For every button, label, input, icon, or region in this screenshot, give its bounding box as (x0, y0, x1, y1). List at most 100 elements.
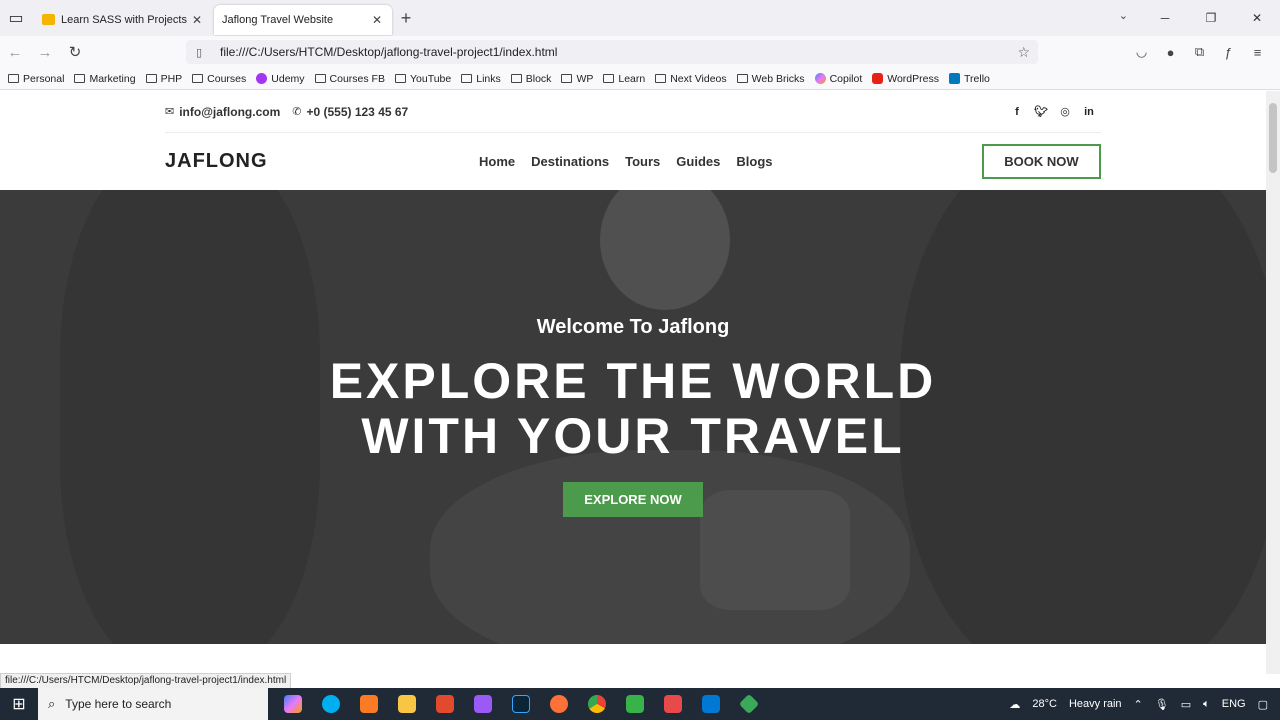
slides-icon (42, 14, 55, 25)
chevron-up-icon[interactable]: ⌃ (1134, 698, 1143, 711)
bookmark-personal[interactable]: Personal (8, 73, 64, 85)
folder-icon (510, 74, 522, 83)
codeigniter-icon[interactable] (426, 688, 464, 720)
bookmark-star-icon[interactable]: ☆ (1017, 44, 1030, 61)
temperature[interactable]: 28°C (1032, 698, 1057, 710)
photoshop-icon[interactable] (502, 688, 540, 720)
chrome-icon[interactable] (578, 688, 616, 720)
url-text[interactable]: file:///C:/Users/HTCM/Desktop/jaflong-tr… (220, 45, 557, 59)
bookmark-links[interactable]: Links (461, 73, 501, 85)
menu-home[interactable]: Home (479, 154, 515, 169)
menu-icon[interactable]: ≡ (1243, 45, 1272, 60)
menu-destinations[interactable]: Destinations (531, 154, 609, 169)
pocket-icon[interactable]: ◡ (1127, 44, 1156, 60)
camtasia-icon[interactable] (616, 688, 654, 720)
bookmark-next-videos[interactable]: Next Videos (655, 73, 727, 85)
email-contact[interactable]: ✉ info@jaflong.com (165, 105, 280, 119)
tab-learn-sass[interactable]: Learn SASS with Projects - Goo ✕ (34, 5, 212, 35)
minimize-button[interactable]: ─ (1142, 0, 1188, 36)
book-now-button[interactable]: BOOK NOW (982, 144, 1101, 179)
folder-icon (561, 74, 573, 83)
red-app-icon[interactable] (654, 688, 692, 720)
bookmark-courses-fb[interactable]: Courses FB (314, 73, 385, 85)
menu-guides[interactable]: Guides (676, 154, 720, 169)
bookmark-learn[interactable]: Learn (603, 73, 645, 85)
copilot-icon (814, 73, 826, 84)
close-tab-icon[interactable]: ✕ (190, 13, 204, 27)
bookmark-php[interactable]: PHP (145, 73, 182, 85)
tab-list-icon[interactable]: ▭ (0, 0, 32, 36)
close-tab-icon[interactable]: ✕ (370, 13, 384, 27)
volume-icon[interactable]: 🔈︎ (1203, 698, 1210, 711)
tab-title: Learn SASS with Projects - Goo (61, 13, 190, 26)
reload-button[interactable]: ↻ (60, 43, 90, 61)
tab-strip: ▭ Learn SASS with Projects - Goo ✕ Jaflo… (0, 0, 1280, 36)
vscode-icon[interactable] (692, 688, 730, 720)
windows-start-icon[interactable]: ⊞ (0, 694, 38, 714)
folder-icon (145, 74, 157, 83)
extensions-icon[interactable]: ⧉ (1185, 44, 1214, 60)
bookmark-courses[interactable]: Courses (192, 73, 246, 85)
bookmark-web-bricks[interactable]: Web Bricks (736, 73, 805, 85)
twitter-icon[interactable]: 🐦︎ (1029, 105, 1053, 118)
forward-button[interactable]: → (30, 44, 60, 61)
chevron-down-icon[interactable]: ⌄ (1119, 9, 1128, 22)
scrollbar-thumb[interactable] (1269, 103, 1277, 173)
microphone-icon[interactable]: 🎙︎ (1155, 698, 1169, 711)
vertical-scrollbar[interactable] (1266, 91, 1280, 674)
network-icon[interactable]: ▭ (1181, 698, 1191, 711)
bookmark-marketing[interactable]: Marketing (74, 73, 136, 85)
hero-headline-line2: WITH YOUR TRAVEL (361, 408, 905, 464)
contact-topbar: ✉ info@jaflong.com ✆ +0 (555) 123 45 67 f … (165, 91, 1101, 133)
youtube-icon (872, 73, 884, 84)
address-bar[interactable]: ▯ file:///C:/Users/HTCM/Desktop/jaflong-… (186, 40, 1038, 64)
back-button[interactable]: ← (0, 44, 30, 61)
phone-icon: ✆ (292, 106, 302, 118)
bookmark-block[interactable]: Block (510, 73, 551, 85)
facebook-icon[interactable]: f (1005, 106, 1029, 118)
folder-icon (394, 74, 406, 83)
hero-content: Welcome To Jaflong EXPLORE THE WORLD WIT… (0, 190, 1266, 644)
system-tray: ☁ 28°C Heavy rain ⌃ 🎙︎ ▭ 🔈︎ ENG ▢ (1009, 688, 1280, 720)
linkedin-icon[interactable]: in (1077, 106, 1101, 118)
language-indicator[interactable]: ENG (1222, 698, 1246, 710)
firefox-icon[interactable] (540, 688, 578, 720)
phone-contact[interactable]: ✆ +0 (555) 123 45 67 (292, 105, 408, 119)
skype-icon[interactable] (312, 688, 350, 720)
menu-blogs[interactable]: Blogs (736, 154, 772, 169)
udemy-icon (256, 73, 268, 84)
new-tab-button[interactable]: + (392, 8, 420, 29)
notification-icon[interactable]: ▢ (1258, 698, 1268, 711)
bookmark-wp[interactable]: WP (561, 73, 593, 85)
bookmark-copilot[interactable]: Copilot (814, 73, 862, 85)
xampp-icon[interactable] (350, 688, 388, 720)
function-icon[interactable]: ƒ (1214, 45, 1243, 60)
mail-icon: ✉ (165, 106, 175, 118)
site-logo[interactable]: JAFLONG (165, 150, 268, 173)
menu-tours[interactable]: Tours (625, 154, 660, 169)
account-icon[interactable]: ● (1156, 45, 1185, 60)
tab-jaflong[interactable]: Jaflong Travel Website ✕ (214, 4, 392, 35)
search-icon: ⌕ (48, 696, 56, 711)
hero-headline: EXPLORE THE WORLD WITH YOUR TRAVEL (0, 354, 1266, 464)
folder-icon (192, 74, 204, 83)
bookmark-wordpress[interactable]: WordPress (872, 73, 939, 85)
feather-icon[interactable] (464, 688, 502, 720)
close-window-button[interactable]: ✕ (1234, 0, 1280, 36)
green-app-icon[interactable] (730, 688, 768, 720)
copilot-app-icon[interactable] (274, 688, 312, 720)
instagram-icon[interactable]: ◎ (1053, 105, 1077, 118)
weather-icon[interactable]: ☁ (1009, 698, 1020, 711)
hero-subtitle: Welcome To Jaflong (536, 316, 730, 338)
folder-icon (461, 74, 473, 83)
file-explorer-icon[interactable] (388, 688, 426, 720)
social-links: f 🐦︎ ◎ in (1005, 105, 1101, 119)
bookmark-youtube[interactable]: YouTube (394, 73, 451, 85)
bookmark-udemy[interactable]: Udemy (256, 73, 305, 85)
folder-icon (736, 74, 748, 83)
explore-now-button[interactable]: EXPLORE NOW (563, 482, 703, 517)
taskbar-search[interactable]: ⌕ Type here to search (38, 688, 268, 720)
bookmark-trello[interactable]: Trello (949, 73, 990, 85)
weather-text[interactable]: Heavy rain (1069, 698, 1122, 710)
restore-button[interactable]: ❐ (1188, 0, 1234, 36)
